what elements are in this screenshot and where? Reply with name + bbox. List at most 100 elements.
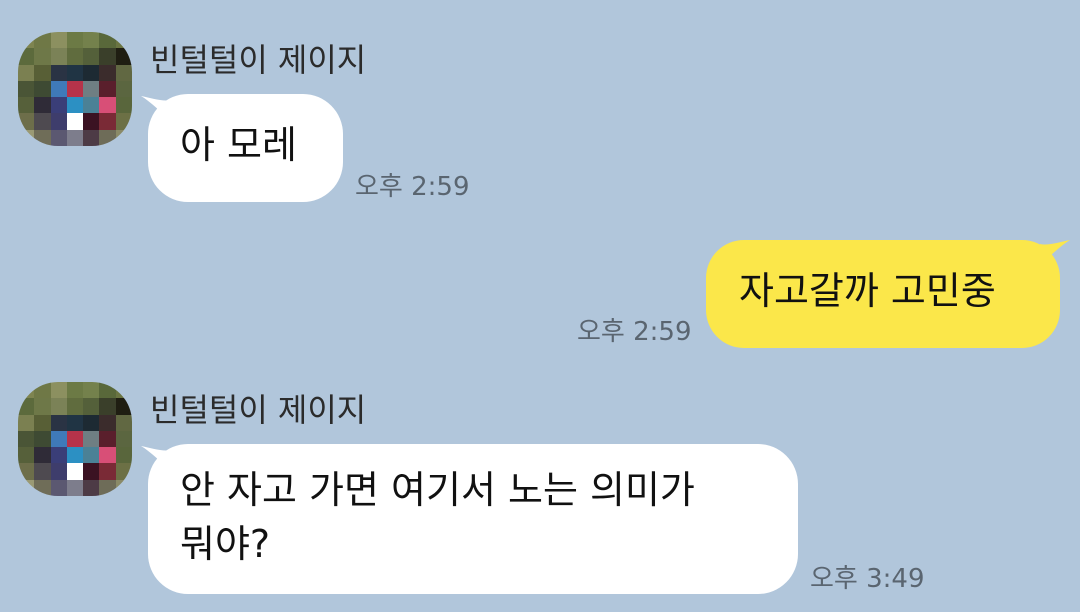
avatar-pixel: [66, 48, 84, 65]
avatar-pixel: [66, 97, 84, 114]
avatar-pixel: [34, 414, 51, 431]
avatar-pixel: [83, 382, 100, 399]
avatar-pixel: [50, 48, 67, 65]
avatar-pixel: [115, 32, 132, 49]
avatar-pixel: [115, 64, 132, 81]
avatar-pixel: [18, 48, 35, 65]
avatar-pixel: [115, 382, 132, 399]
avatar-pixel: [18, 382, 35, 399]
avatar-pixel: [18, 447, 35, 464]
avatar-pixel: [50, 80, 67, 98]
avatar-pixel: [18, 113, 35, 130]
avatar-pixel: [99, 463, 116, 480]
avatar-pixel: [66, 80, 84, 98]
avatar-pixel: [50, 463, 67, 480]
avatar-pixel: [99, 447, 116, 464]
avatar-pixel: [115, 80, 132, 98]
avatar-pixel: [34, 463, 51, 480]
avatar-pixel: [115, 479, 132, 496]
avatar-pixel: [115, 447, 132, 464]
avatar-pixel: [18, 479, 35, 496]
avatar-pixel: [99, 129, 116, 146]
avatar-pixel: [66, 479, 84, 496]
avatar-pixel: [50, 64, 67, 81]
avatar-pixel: [83, 129, 100, 146]
avatar-pixel: [50, 447, 67, 464]
avatar-pixel: [83, 414, 100, 431]
avatar-pixel: [99, 80, 116, 98]
avatar-pixel: [50, 479, 67, 496]
avatar-pixel: [83, 447, 100, 464]
avatar-pixel: [83, 64, 100, 81]
message-text-line: 뭐야?: [180, 522, 271, 566]
avatar-pixel: [66, 129, 84, 146]
avatar-pixel: [83, 398, 100, 415]
avatar-pixel: [18, 398, 35, 415]
avatar-pixel: [18, 32, 35, 49]
sender-avatar[interactable]: [18, 32, 132, 146]
avatar-pixel: [66, 430, 84, 448]
avatar-pixel: [115, 48, 132, 65]
message-text-line: 안 자고 가면 여기서 노는 의미가: [180, 468, 695, 512]
avatar-pixel: [66, 32, 84, 49]
avatar-pixel: [83, 48, 100, 65]
avatar-pixel: [115, 463, 132, 480]
avatar-pixel: [50, 414, 67, 431]
avatar-pixel: [34, 479, 51, 496]
sender-name: 빈털털이 제이지: [150, 391, 367, 429]
message-timestamp: 오후 2:59: [355, 172, 470, 202]
avatar-pixel: [18, 97, 35, 114]
avatar-pixel: [115, 97, 132, 114]
message-text: 자고갈까 고민중: [739, 269, 996, 313]
message-bubble[interactable]: 자고갈까 고민중: [706, 240, 1060, 348]
bubble-tail: [1040, 240, 1070, 266]
avatar-pixel: [83, 463, 100, 480]
avatar-pixel: [34, 129, 51, 146]
avatar-pixel: [115, 113, 132, 130]
avatar-pixel: [50, 97, 67, 114]
avatar-pixel: [99, 113, 116, 130]
avatar-pixel: [83, 32, 100, 49]
avatar-pixel: [34, 48, 51, 65]
avatar-pixel: [99, 414, 116, 431]
avatar-pixel: [34, 97, 51, 114]
avatar-pixel: [66, 414, 84, 431]
sender-name: 빈털털이 제이지: [150, 41, 367, 79]
avatar-pixel: [83, 113, 100, 130]
sender-avatar[interactable]: [18, 382, 132, 496]
avatar-pixel: [34, 382, 51, 399]
avatar-pixel: [66, 463, 84, 480]
avatar-pixel: [66, 382, 84, 399]
avatar-pixel: [99, 398, 116, 415]
avatar-pixel: [99, 64, 116, 81]
avatar-pixel: [66, 113, 84, 130]
avatar-pixel: [18, 414, 35, 431]
avatar-pixel: [34, 80, 51, 98]
message-timestamp: 오후 2:59: [577, 317, 692, 347]
message-text: 아 모레: [180, 123, 297, 167]
avatar-pixel: [99, 32, 116, 49]
avatar-pixel: [34, 64, 51, 81]
message-bubble[interactable]: 안 자고 가면 여기서 노는 의미가 뭐야?: [148, 444, 798, 594]
avatar-pixel: [50, 430, 67, 448]
avatar-pixel: [115, 430, 132, 448]
avatar-pixel: [34, 398, 51, 415]
avatar-pixel: [99, 97, 116, 114]
avatar-pixel: [34, 430, 51, 448]
avatar-pixel: [99, 48, 116, 65]
avatar-pixel: [50, 113, 67, 130]
avatar-pixel: [18, 80, 35, 98]
avatar-pixel: [66, 447, 84, 464]
avatar-pixel: [83, 479, 100, 496]
avatar-pixel: [83, 80, 100, 98]
avatar-pixel: [18, 430, 35, 448]
message-bubble[interactable]: 아 모레: [148, 94, 343, 202]
avatar-pixel: [115, 129, 132, 146]
avatar-pixel: [18, 463, 35, 480]
avatar-pixel: [99, 382, 116, 399]
avatar-pixel: [115, 414, 132, 431]
avatar-pixel: [50, 398, 67, 415]
avatar-pixel: [66, 64, 84, 81]
avatar-pixel: [34, 113, 51, 130]
avatar-pixel: [115, 398, 132, 415]
